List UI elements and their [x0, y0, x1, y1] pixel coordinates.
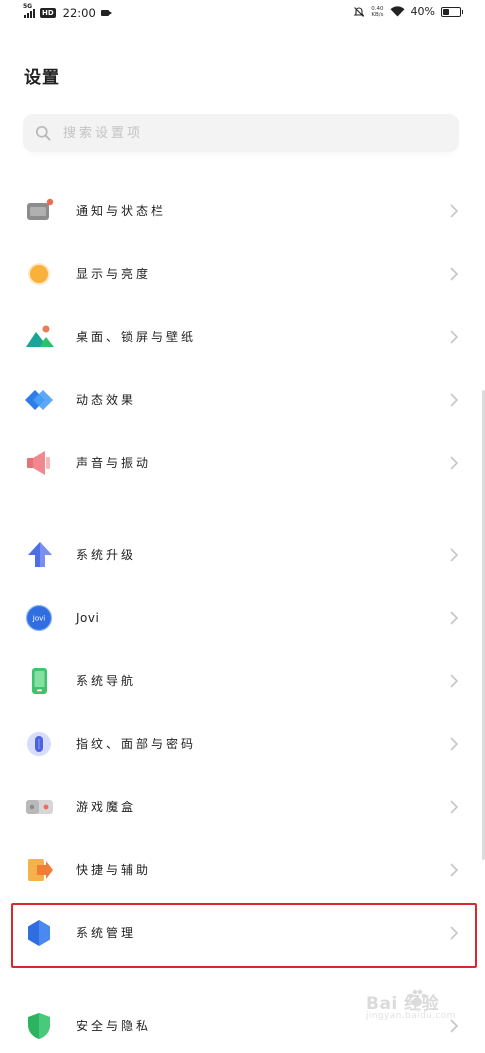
settings-item-notifications[interactable]: 通知与状态栏	[0, 184, 485, 238]
sound-icon	[27, 451, 50, 475]
search-input[interactable]	[63, 114, 443, 152]
battery-percent: 40%	[410, 5, 435, 18]
wallpaper-icon	[26, 325, 54, 347]
settings-item-label: 系统升级	[76, 548, 137, 562]
chevron-right-icon	[450, 674, 459, 688]
settings-item-fingerprint[interactable]: 指纹、面部与密码	[0, 717, 485, 771]
notification-icon	[27, 198, 54, 220]
network-type: 5G	[23, 3, 33, 10]
display-brightness-icon	[28, 263, 50, 285]
dynamic-effects-icon	[25, 390, 53, 410]
settings-item-system-navigation[interactable]: 系统导航	[0, 654, 485, 708]
settings-item-label: Jovi	[76, 611, 100, 625]
status-bar-left: 5G HD 22:00	[23, 3, 112, 20]
chevron-right-icon	[450, 611, 459, 625]
system-upgrade-icon	[28, 542, 52, 567]
jovi-icon: Jovi	[25, 604, 53, 632]
chevron-right-icon	[450, 393, 459, 407]
chevron-right-icon	[450, 548, 459, 562]
settings-item-sound[interactable]: 声音与振动	[0, 436, 485, 490]
chevron-right-icon	[450, 267, 459, 281]
game-box-icon	[26, 800, 53, 814]
shortcuts-icon	[28, 859, 53, 881]
settings-item-game-box[interactable]: 游戏魔盒	[0, 780, 485, 834]
system-navigation-icon	[32, 668, 47, 694]
security-privacy-icon	[28, 1013, 50, 1039]
chevron-right-icon	[450, 863, 459, 877]
highlight-box	[11, 903, 477, 968]
settings-item-label: 安全与隐私	[76, 1019, 152, 1033]
jovi-icon-text: Jovi	[32, 615, 45, 623]
settings-item-display[interactable]: 显示与亮度	[0, 247, 485, 301]
settings-item-label: 声音与振动	[76, 456, 152, 470]
chevron-right-icon	[450, 330, 459, 344]
settings-item-label: 通知与状态栏	[76, 204, 167, 218]
settings-item-wallpaper[interactable]: 桌面、锁屏与壁纸	[0, 310, 485, 364]
status-bar-right: 0.40 KB/s 40%	[353, 5, 463, 18]
hd-badge: HD	[40, 8, 56, 18]
screen-record-icon	[100, 10, 112, 16]
watermark-url: jingyan.baidu.com	[366, 1011, 456, 1021]
settings-item-label: 动态效果	[76, 393, 137, 407]
chevron-right-icon	[450, 800, 459, 814]
search-icon	[35, 125, 51, 141]
alarm-off-icon	[353, 6, 365, 17]
settings-item-label: 游戏魔盒	[76, 800, 137, 814]
status-bar: 5G HD 22:00 0.40 KB/s 40%	[0, 0, 485, 30]
chevron-right-icon	[450, 204, 459, 218]
settings-item-label: 系统导航	[76, 674, 137, 688]
chevron-right-icon	[450, 737, 459, 751]
net-speed-unit: KB/s	[371, 11, 384, 18]
settings-item-dynamic-effects[interactable]: 动态效果	[0, 373, 485, 427]
settings-item-shortcuts[interactable]: 快捷与辅助	[0, 843, 485, 897]
settings-item-system-upgrade[interactable]: 系统升级	[0, 528, 485, 582]
search-bar[interactable]	[23, 114, 459, 152]
paw-logo-icon	[408, 989, 427, 1007]
battery-icon	[441, 6, 463, 17]
page-title: 设置	[24, 68, 60, 88]
net-speed-value: 0.40	[371, 5, 384, 12]
baidu-watermark: Bai 经验 jingyan.baidu.com	[366, 985, 478, 1027]
settings-item-label: 快捷与辅助	[76, 863, 152, 877]
wifi-icon	[390, 6, 405, 17]
settings-item-label: 显示与亮度	[76, 267, 152, 281]
settings-item-jovi[interactable]: Jovi Jovi	[0, 591, 485, 645]
signal-icon: 5G	[23, 3, 35, 18]
battery-fill	[443, 8, 450, 15]
clock: 22:00	[62, 6, 96, 20]
chevron-right-icon	[450, 456, 459, 470]
settings-item-label: 桌面、锁屏与壁纸	[76, 330, 197, 344]
net-speed: 0.40 KB/s	[371, 6, 383, 18]
fingerprint-icon	[27, 732, 51, 756]
settings-item-label: 指纹、面部与密码	[76, 737, 197, 751]
